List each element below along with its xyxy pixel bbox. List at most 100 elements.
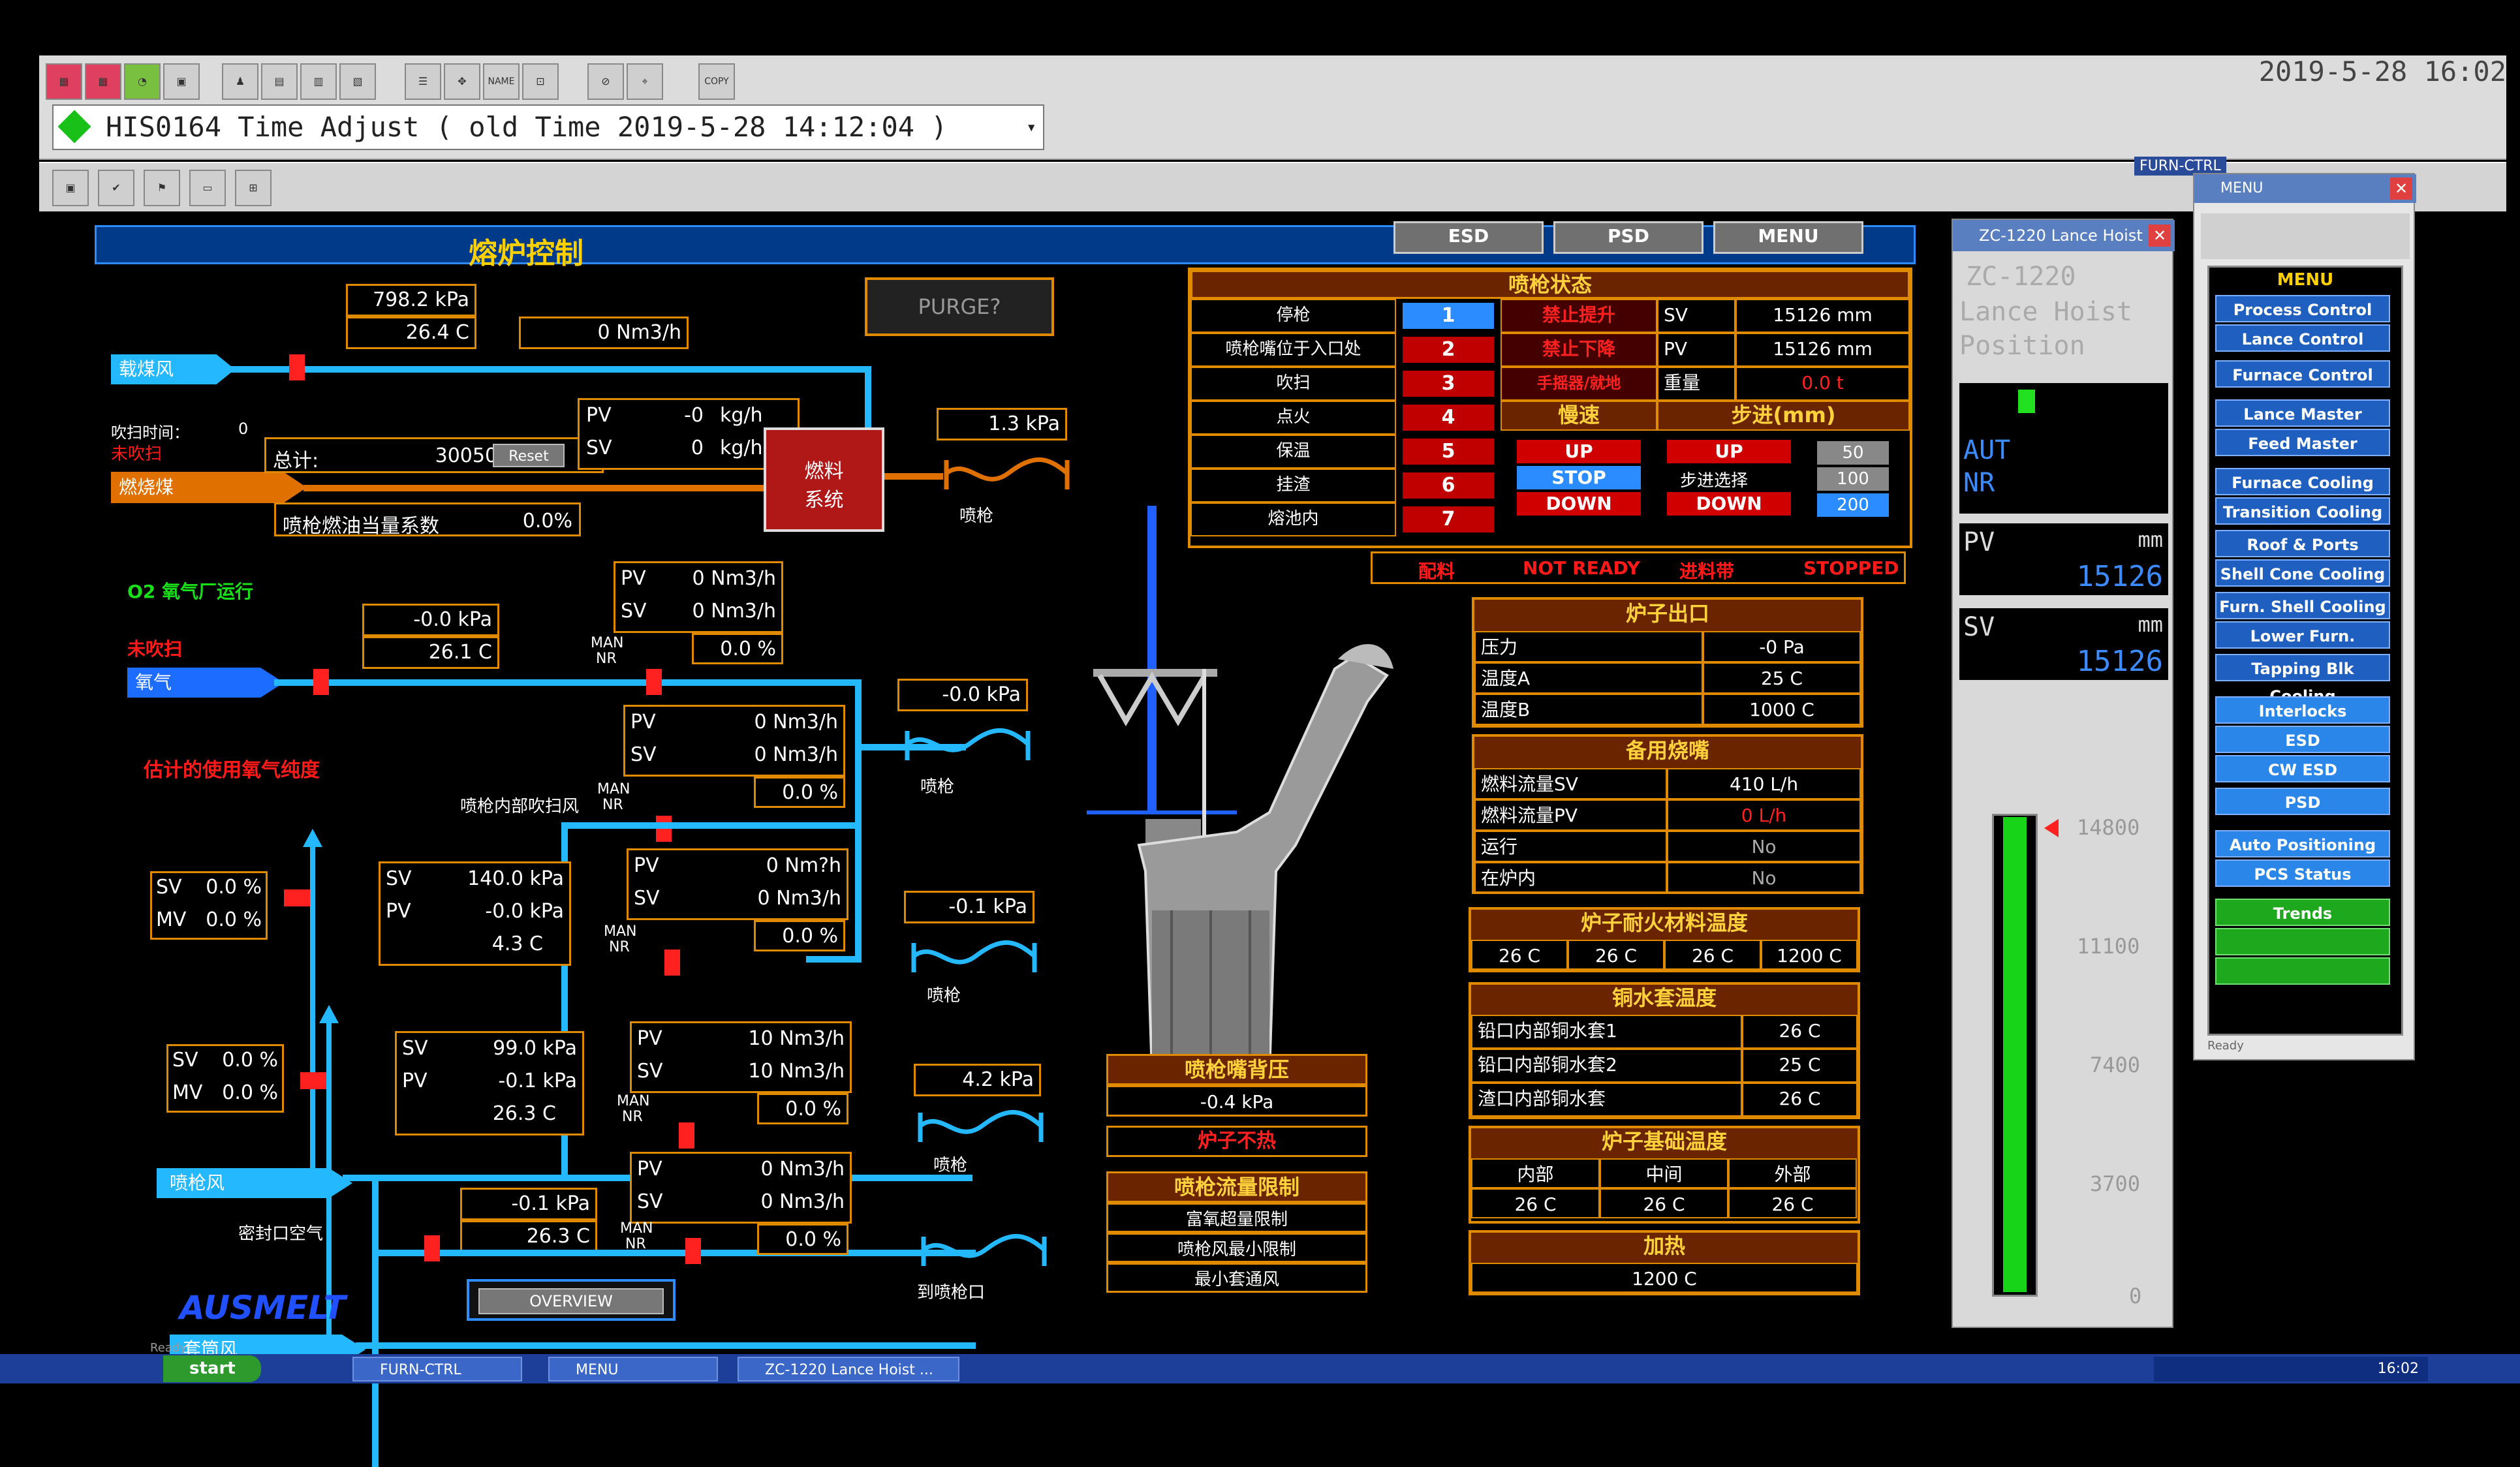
lance-step-button[interactable]: 1 (1403, 303, 1494, 329)
sleeve-air-sv-mv-box: SV 0.0 % MV 0.0 % (166, 1044, 284, 1113)
lance-air-vent-valve[interactable] (284, 889, 310, 906)
name-button[interactable]: NAME (483, 63, 520, 100)
flag-icon[interactable]: ⚑ (144, 170, 180, 206)
lance-step-button[interactable]: 4 (1403, 405, 1494, 431)
dropdown-arrow-icon[interactable]: ▾ (1026, 106, 1036, 149)
step-down-button[interactable]: DOWN (1667, 492, 1791, 516)
step-100-button[interactable]: 100 (1817, 467, 1889, 491)
window-icon[interactable]: ▤ (261, 63, 298, 100)
check-icon[interactable]: ✔ (98, 170, 134, 206)
faceplate-status-indicator (2018, 390, 2035, 413)
oxygen-main-valve[interactable] (313, 669, 329, 695)
seal-air-main-valve[interactable] (424, 1235, 440, 1261)
start-button[interactable]: start (163, 1355, 261, 1382)
menu-item[interactable]: Trends (2215, 899, 2390, 926)
menu-item[interactable]: ESD (2215, 726, 2390, 753)
copy-button[interactable]: COPY (698, 63, 735, 100)
alarm2-icon[interactable]: ▦ (85, 63, 121, 100)
sleeve-air-valve[interactable] (679, 1122, 694, 1149)
refractory-temp-header: 炉子耐火材料温度 (1471, 910, 1858, 940)
menu-item[interactable]: Furnace Control (2215, 360, 2390, 388)
list-icon[interactable]: ☰ (405, 63, 441, 100)
menu-item[interactable]: Lance Master (2215, 399, 2390, 427)
fuel-system-block[interactable]: 燃料 系统 (764, 427, 884, 532)
menu-item[interactable]: Interlocks (2215, 696, 2390, 724)
psd-button[interactable]: PSD (1553, 221, 1703, 254)
combo-text: HIS0164 Time Adjust ( old Time 2019-5-28… (106, 111, 948, 143)
move-icon[interactable]: ✥ (444, 63, 480, 100)
faceplate-level-fill (2003, 817, 2027, 1292)
lance-air-valve[interactable] (664, 950, 680, 976)
menu-item[interactable]: Furnace Cooling (2215, 468, 2390, 495)
graph-icon[interactable]: ◔ (124, 63, 161, 100)
sleeve-air-vent-valve[interactable] (300, 1072, 326, 1089)
window-select-combo[interactable]: HIS0164 Time Adjust ( old Time 2019-5-28… (52, 104, 1044, 150)
jacket-value: 26 C (1742, 1083, 1858, 1117)
foundation-temp-header: 炉子基础温度 (1471, 1128, 1858, 1158)
menu-item[interactable] (2215, 928, 2390, 955)
step-200-button[interactable]: 200 (1817, 493, 1889, 517)
purge-button[interactable]: PURGE? (865, 277, 1054, 336)
reset-button[interactable]: Reset (493, 444, 565, 467)
sleeve-air-lance-pressure: 4.2 kPa (914, 1064, 1041, 1096)
alarm-icon[interactable]: ▦ (46, 63, 82, 100)
faceplate-sv-unit: mm (2138, 612, 2163, 637)
save-icon[interactable]: ▣ (52, 170, 89, 206)
operator-icon[interactable]: ♟ (222, 63, 258, 100)
menu-item[interactable]: CW ESD (2215, 755, 2390, 782)
task-furn-ctrl[interactable]: FURN-CTRL (352, 1357, 522, 1382)
menu-item[interactable]: Process Control O/V (2215, 295, 2390, 347)
task-lance-hoist[interactable]: ZC-1220 Lance Hoist ... (738, 1357, 959, 1382)
erase-icon[interactable]: ⊘ (587, 63, 624, 100)
folder-icon[interactable]: ▭ (189, 170, 226, 206)
lance-step-button[interactable]: 6 (1403, 472, 1494, 499)
overview-button[interactable]: OVERVIEW (478, 1288, 664, 1314)
menu-item[interactable]: Shell Cone Cooling (2215, 559, 2390, 587)
sleeve-air-lance-label: 喷枪 (933, 1156, 968, 1175)
oxygen-control-valve[interactable] (646, 669, 662, 695)
inner-purge-valve[interactable] (656, 816, 672, 842)
menu-item[interactable]: Auto Positioning (2215, 830, 2390, 857)
slow-up-button[interactable]: UP (1517, 440, 1641, 463)
faceplate-sv-box[interactable]: SV mm 15126 (1959, 608, 2168, 680)
menu-item[interactable]: Feed Master (2215, 429, 2390, 456)
menu-item[interactable]: Lance Control (2215, 324, 2390, 352)
coal-air-pipe (147, 366, 871, 373)
menu-item[interactable]: PSD (2215, 788, 2390, 815)
faceplate-sv-pointer-icon (2044, 819, 2059, 837)
lance-step-button[interactable]: 5 (1403, 439, 1494, 465)
furnace-control-display: 熔炉控制 ESD PSD MENU PURGE? 798.2 kPa 26.4 … (49, 212, 1929, 1467)
esd-button[interactable]: ESD (1393, 221, 1544, 254)
step-up-button[interactable]: UP (1667, 440, 1791, 463)
seal-air-valve[interactable] (685, 1238, 701, 1264)
slow-stop-button[interactable]: STOP (1517, 466, 1641, 489)
nozzle-back-pressure-header: 喷枪嘴背压 (1106, 1054, 1367, 1085)
menu-close-icon[interactable]: ✕ (2390, 178, 2412, 200)
panel-icon[interactable]: ▥ (300, 63, 337, 100)
menu-item[interactable]: Lower Furn. Cooling (2215, 621, 2390, 673)
message-icon[interactable]: ▣ (163, 63, 200, 100)
lance-step-button[interactable]: 2 (1403, 337, 1494, 363)
coal-air-valve[interactable] (289, 354, 305, 380)
seal-air-lance-icon (921, 1233, 1047, 1266)
menu-item[interactable]: Furn. Shell Cooling (2215, 592, 2390, 619)
faceplate-mode-aut[interactable]: AUT (1963, 435, 2010, 465)
faceplate-close-icon[interactable]: ✕ (2149, 224, 2171, 247)
menu-item[interactable]: Transition Cooling (2215, 497, 2390, 525)
lance-step-button[interactable]: 7 (1403, 506, 1494, 533)
zoom-icon[interactable]: ⊡ (522, 63, 559, 100)
menu-button[interactable]: MENU (1713, 221, 1863, 254)
lance-step-label: 吹扫 (1190, 367, 1396, 401)
new-window-icon[interactable]: ⊞ (235, 170, 272, 206)
print-icon[interactable]: ▧ (339, 63, 376, 100)
menu-item[interactable]: Tapping Blk Cooling (2215, 654, 2390, 705)
step-50-button[interactable]: 50 (1817, 441, 1889, 465)
tool-icon[interactable]: ⌖ (627, 63, 663, 100)
inner-purge-man: MAN (597, 781, 630, 797)
slow-down-button[interactable]: DOWN (1517, 492, 1641, 516)
menu-item[interactable]: PCS Status (2215, 859, 2390, 887)
task-menu[interactable]: MENU (548, 1357, 718, 1382)
menu-item[interactable]: Roof & Ports Cooling (2215, 530, 2390, 581)
lance-step-button[interactable]: 3 (1403, 371, 1494, 397)
menu-item[interactable] (2215, 957, 2390, 985)
